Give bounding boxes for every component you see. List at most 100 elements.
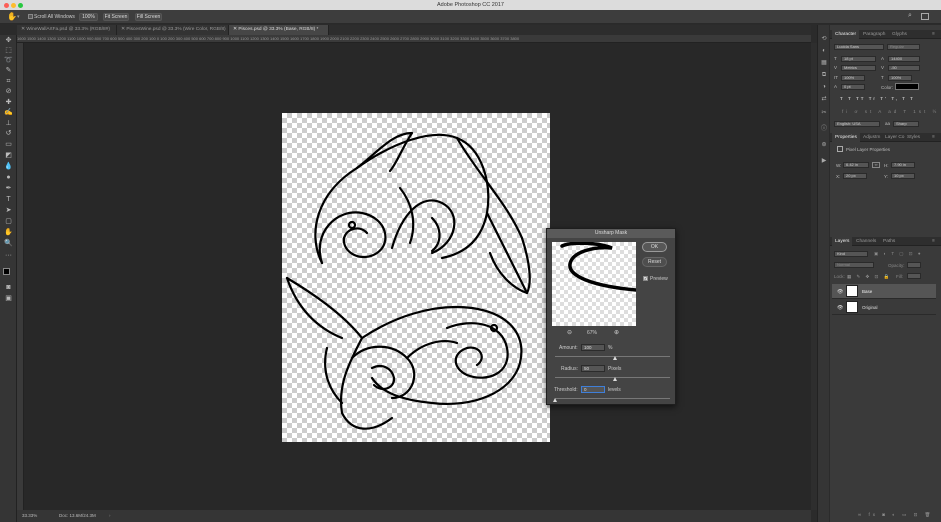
vertical-scale-field[interactable]: 100% [841,75,865,81]
hand-tool-icon[interactable]: ✋ [7,12,17,21]
baseline-shift-field[interactable]: 0 pt [841,84,865,90]
healing-brush-tool-icon[interactable]: ✚ [4,99,13,107]
clone-stamp-tool-icon[interactable]: ⊥ [4,120,13,128]
screen-mode-icon[interactable]: ▣ [4,295,13,303]
panel-menu-icon[interactable]: ≡ [932,237,935,246]
lock-icons[interactable]: ▦ ✎ ✥ ⊡ 🔒 [847,274,891,280]
tracking-field[interactable]: -50 [888,65,920,71]
tab-layer-comps[interactable]: Layer Co [885,133,904,142]
horizontal-scale-field[interactable]: 100% [888,75,912,81]
zoom-tool-icon[interactable]: 🔍 [4,240,13,248]
adjustments-panel-icon[interactable]: ◑ [820,83,828,91]
quick-select-tool-icon[interactable]: ✎ [4,67,13,75]
text-color-swatch[interactable] [895,83,919,90]
brush-tool-icon[interactable]: ✍ [4,109,13,117]
antialias-select[interactable]: Sharp [893,121,919,127]
eraser-tool-icon[interactable]: ▭ [4,141,13,149]
font-family-field[interactable]: Lucida Sans [834,44,884,50]
marquee-tool-icon[interactable]: ⬚ [4,47,13,55]
reset-button[interactable]: Reset [642,257,667,267]
workspace-icon[interactable] [921,13,929,20]
chevron-down-icon[interactable]: ▾ [17,14,20,20]
dodge-tool-icon[interactable]: ● [4,174,13,182]
swatches-panel-icon[interactable]: ▦ [820,59,828,67]
document-canvas[interactable] [282,113,550,442]
path-select-tool-icon[interactable]: ➤ [4,207,13,215]
zoom-in-icon[interactable]: ⊕ [614,329,619,336]
tab-adjustments[interactable]: Adjustm [863,133,880,142]
threshold-slider-track[interactable] [555,398,670,399]
zoom-window-button[interactable] [18,2,23,8]
quick-mask-icon[interactable]: ◙ [4,284,13,292]
font-size-field[interactable]: 18 pt [841,56,876,62]
tab-paragraph[interactable]: Paragraph [863,30,885,39]
actions-panel-icon[interactable]: ▶ [820,157,828,165]
height-field[interactable]: 7.90 in [891,162,915,168]
minimize-window-button[interactable] [11,2,16,8]
libraries-panel-icon[interactable]: ⧉ [820,71,828,79]
tab-pisces[interactable]: ✕ Pisces.psd @ 33.3% (Base, RGB/8) * [229,25,329,35]
blend-mode-select[interactable]: Normal [834,262,874,268]
tab-channels[interactable]: Channels [856,237,876,246]
zoom-100-button[interactable]: 100% [79,13,98,21]
close-window-button[interactable] [4,2,9,8]
radius-field[interactable]: 50 [581,365,605,372]
move-tool-icon[interactable]: ✥ [4,37,13,45]
history-brush-tool-icon[interactable]: ↺ [4,130,13,138]
shape-tool-icon[interactable]: ▢ [4,218,13,226]
x-field[interactable]: 20 px [843,173,867,179]
panel-menu-icon[interactable]: ≡ [932,30,935,39]
tab-winewallartfa[interactable]: ✕ WineWallArtFa.psd @ 33.3% (RGB/8#) [17,25,117,35]
info-panel-icon[interactable]: ⓘ [820,125,828,133]
layer-footer-icons[interactable]: ∞ fx ◙ ◐ ▭ ⊡ 🗑 [858,512,933,518]
tab-character[interactable]: Character [832,30,860,39]
visibility-eye-icon[interactable]: 👁 [837,289,843,295]
search-icon[interactable]: ⌕ [908,12,912,20]
hand-tool-icon[interactable]: ✋ [4,229,13,237]
visibility-eye-icon[interactable]: 👁 [837,305,843,311]
fit-screen-button[interactable]: Fit Screen [103,13,129,21]
fill-field[interactable] [907,273,921,279]
tab-properties[interactable]: Properties [832,133,860,142]
tab-paths[interactable]: Paths [883,237,895,246]
opentype-buttons[interactable]: fi ơ st A ad T 1st ½ [842,109,939,114]
paths-panel-icon[interactable]: ⇄ [820,95,828,103]
tab-glyphs[interactable]: Glyphs [892,30,907,39]
tab-styles[interactable]: Styles [907,133,920,142]
type-tool-icon[interactable]: T [4,196,13,204]
amount-field[interactable]: 100 [581,344,605,351]
link-icon[interactable]: ∞ [872,162,880,168]
type-style-buttons[interactable]: T T TT Tr T' T, T T [840,96,915,101]
y-field[interactable]: 10 px [891,173,915,179]
threshold-field[interactable]: 0 [581,386,605,393]
color-panel-icon[interactable]: ◐ [820,47,828,55]
foreground-color-swatch[interactable] [3,268,10,275]
zoom-out-icon[interactable]: ⊖ [567,329,572,336]
gradient-tool-icon[interactable]: ◩ [4,152,13,160]
blur-tool-icon[interactable]: 💧 [4,163,13,171]
tab-pisceswine[interactable]: ✕ PiscesWine.psd @ 33.3% (Wire Color, RG… [117,25,229,35]
preview-checkbox[interactable]: ✓ [643,276,648,281]
leading-field[interactable]: 14400 [888,56,920,62]
tools-presets-icon[interactable]: ✂ [820,109,828,117]
more-tools-icon[interactable]: ··· [4,252,13,260]
status-arrow-icon[interactable]: › [109,510,111,522]
pen-tool-icon[interactable]: ✒ [4,185,13,193]
opacity-field[interactable] [907,262,921,268]
eyedropper-tool-icon[interactable]: ⊘ [4,88,13,96]
ok-button[interactable]: OK [642,242,667,252]
fill-screen-button[interactable]: Fill Screen [135,13,162,21]
layer-row-base[interactable]: 👁 Base [832,284,936,299]
kerning-field[interactable]: Metrics [841,65,876,71]
radius-slider-knob[interactable] [613,377,617,381]
tab-layers[interactable]: Layers [832,237,853,246]
layer-name[interactable]: Original [862,305,878,310]
language-select[interactable]: English: USA [834,121,880,127]
scroll-all-windows-checkbox[interactable] [28,14,33,19]
threshold-slider-knob[interactable] [553,398,557,402]
amount-slider-knob[interactable] [613,356,617,360]
layer-filter-kind[interactable]: Kind [834,251,868,257]
font-style-field[interactable]: Regular [887,44,920,50]
brush-panel-icon[interactable]: ⊛ [820,141,828,149]
layer-name[interactable]: Base [862,289,872,294]
